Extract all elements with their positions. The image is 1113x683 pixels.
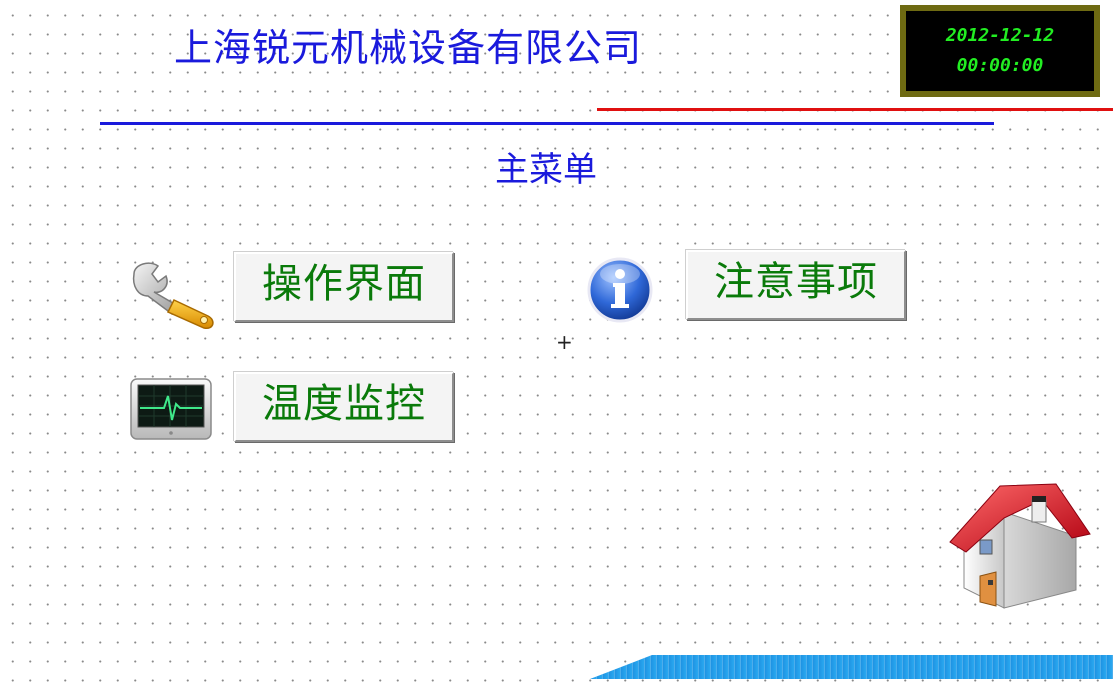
clock-display: 2012-12-12 00:00:00 xyxy=(900,5,1100,97)
home-icon[interactable] xyxy=(944,478,1094,612)
operation-screen-button[interactable]: 操作界面 xyxy=(234,252,454,322)
clock-date: 2012-12-12 xyxy=(945,25,1055,46)
wrench-icon[interactable] xyxy=(128,258,220,330)
red-divider xyxy=(597,108,1113,111)
monitor-icon[interactable] xyxy=(128,376,214,442)
page-title: 主菜单 xyxy=(495,150,597,190)
crosshair-marker: + xyxy=(556,330,573,354)
bottom-decoration xyxy=(590,655,1113,679)
notes-button[interactable]: 注意事项 xyxy=(686,250,906,320)
info-icon[interactable] xyxy=(584,254,656,326)
clock-time: 00:00:00 xyxy=(956,55,1044,76)
temperature-monitor-button[interactable]: 温度监控 xyxy=(234,372,454,442)
blue-divider xyxy=(100,122,994,125)
company-title: 上海锐元机械设备有限公司 xyxy=(174,26,643,70)
